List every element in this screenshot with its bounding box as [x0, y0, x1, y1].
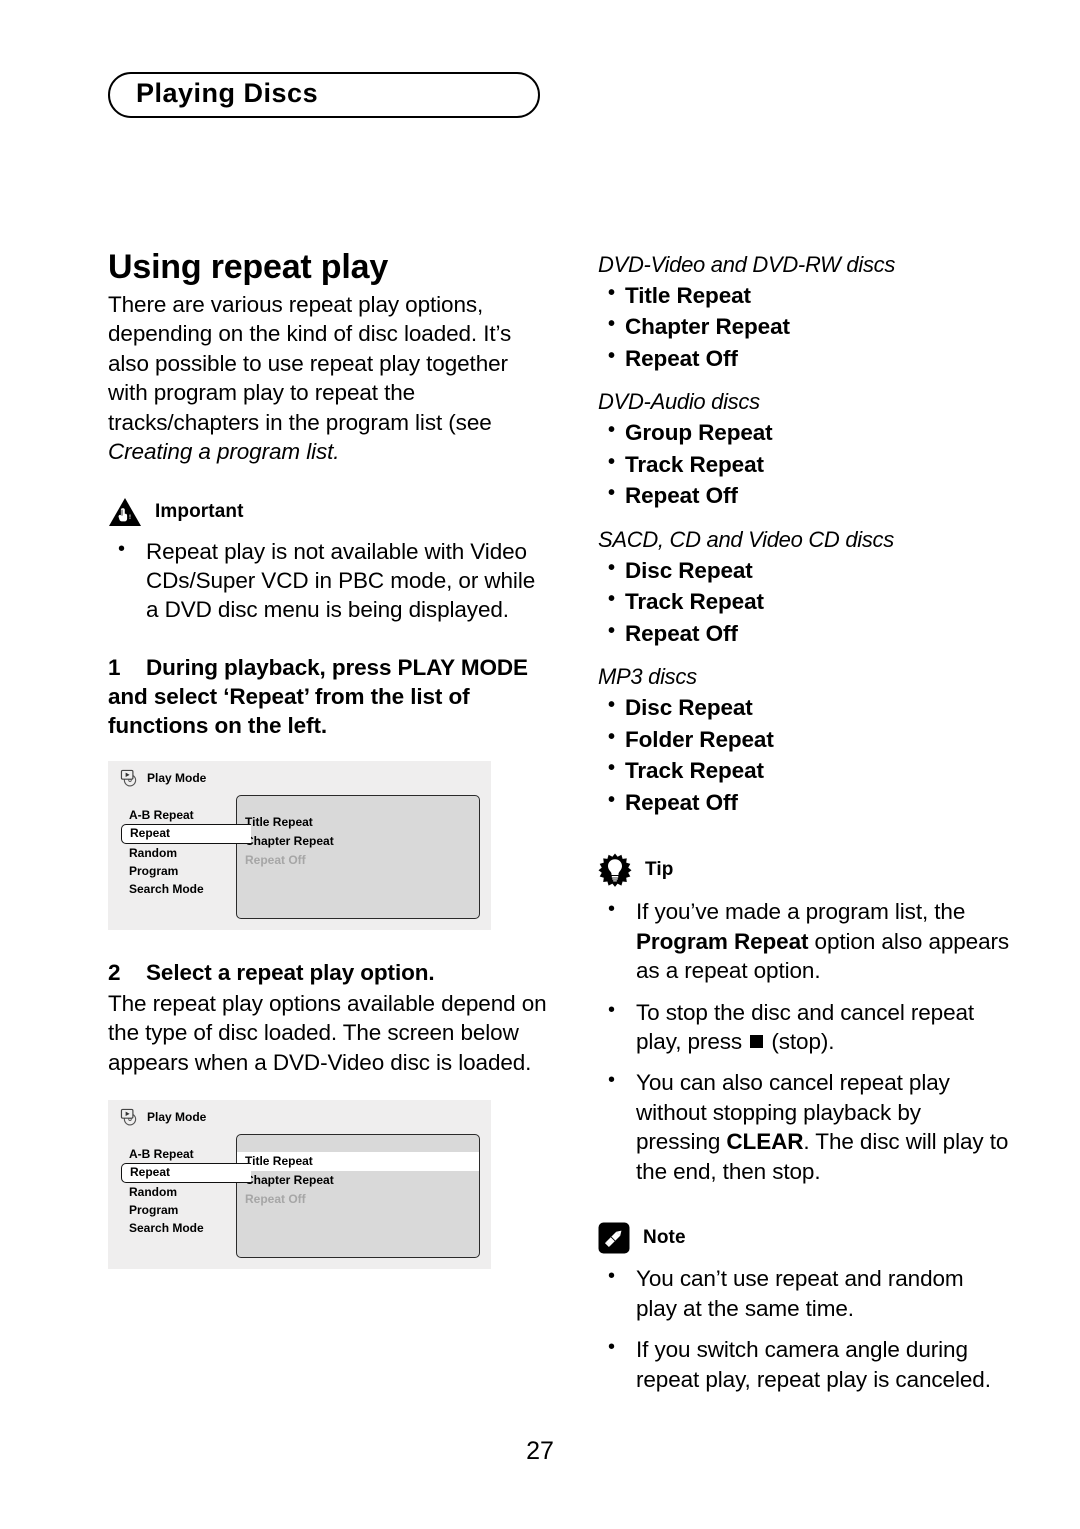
osd-1-menu-item-search-mode[interactable]: Search Mode: [121, 880, 237, 898]
osd-2-title: Play Mode: [147, 1109, 207, 1124]
note-callout-label: Note: [643, 1227, 686, 1249]
list-item: If you’ve made a program list, the Progr…: [598, 896, 1010, 985]
osd-2-menu-item-ab-repeat[interactable]: A-B Repeat: [121, 1145, 237, 1163]
step-2-number: 2: [108, 959, 121, 985]
disc-type-group-mp3: MP3 discs Disc Repeat Folder Repeat Trac…: [598, 664, 1010, 817]
list-item: To stop the disc and cancel repeat play,…: [598, 997, 1010, 1057]
osd-1-option-title-repeat[interactable]: Title Repeat: [237, 813, 479, 832]
play-mode-disc-icon: [120, 1108, 137, 1126]
tip-callout-label: Tip: [645, 859, 674, 881]
tip-bullet-list: If you’ve made a program list, the Progr…: [598, 896, 1010, 1186]
important-callout-label: Important: [155, 500, 244, 522]
osd-2-options-panel: Title Repeat Chapter Repeat Repeat Off: [236, 1133, 480, 1258]
left-column: Using repeat play There are various repe…: [108, 248, 548, 1269]
disc-type-group-dvd-video: DVD-Video and DVD-RW discs Title Repeat …: [598, 252, 1010, 373]
important-callout-header: ! Important: [108, 497, 548, 527]
list-item: Repeat Off: [598, 787, 1010, 817]
list-item: Repeat Off: [598, 618, 1010, 648]
page-header-banner: Playing Discs: [108, 72, 540, 118]
group-item-list: Group Repeat Track Repeat Repeat Off: [598, 417, 1010, 510]
osd-screen-1: Play Mode A-B Repeat Repeat Random Progr…: [108, 760, 491, 930]
group-item-list: Disc Repeat Track Repeat Repeat Off: [598, 555, 1010, 648]
stop-square-icon: [750, 1034, 764, 1048]
list-item: Group Repeat: [598, 417, 1010, 447]
intro-text-plain: There are various repeat play options, d…: [108, 291, 512, 435]
osd-1-option-repeat-off[interactable]: Repeat Off: [237, 851, 479, 870]
list-item: You can also cancel repeat play without …: [598, 1067, 1010, 1186]
group-heading: SACD, CD and Video CD discs: [598, 526, 894, 552]
list-item: Repeat play is not available with Video …: [108, 535, 548, 625]
list-item: Title Repeat: [598, 280, 1010, 310]
tip-callout-header: Tip: [598, 853, 1010, 887]
tip-b1-bold: Program Repeat: [636, 928, 809, 954]
step-1-text: During playback, press PLAY MODE and sel…: [108, 654, 528, 739]
step-1-number: 1: [108, 654, 121, 680]
disc-type-group-sacd-cd-videocd: SACD, CD and Video CD discs Disc Repeat …: [598, 527, 1010, 648]
disc-type-group-dvd-audio: DVD-Audio discs Group Repeat Track Repea…: [598, 389, 1010, 510]
list-item: Disc Repeat: [598, 692, 1010, 722]
group-heading: DVD-Audio discs: [598, 389, 760, 415]
intro-paragraph: There are various repeat play options, d…: [108, 290, 548, 467]
group-item-list: Disc Repeat Folder Repeat Track Repeat R…: [598, 692, 1010, 817]
osd-1-title: Play Mode: [147, 770, 207, 785]
step-2: 2 Select a repeat play option.: [108, 958, 548, 987]
step-1: 1 During playback, press PLAY MODE and se…: [108, 653, 548, 741]
note-callout-header: Note: [598, 1222, 1010, 1254]
osd-2-menu: A-B Repeat Repeat Random Program Search …: [121, 1145, 251, 1237]
list-item: Chapter Repeat: [598, 311, 1010, 341]
right-column: DVD-Video and DVD-RW discs Title Repeat …: [598, 250, 1010, 1394]
svg-text:!: !: [129, 515, 131, 521]
osd-2-menu-item-repeat[interactable]: Repeat: [121, 1162, 251, 1183]
osd-2-menu-item-program[interactable]: Program: [121, 1201, 237, 1219]
step-2-text: Select a repeat play option.: [146, 959, 435, 985]
group-item-list: Title Repeat Chapter Repeat Repeat Off: [598, 280, 1010, 373]
osd-2-menu-item-random[interactable]: Random: [121, 1183, 237, 1201]
tip-callout: Tip If you’ve made a program list, the P…: [598, 853, 1010, 1186]
osd-1-menu-item-ab-repeat[interactable]: A-B Repeat: [121, 806, 237, 824]
osd-2-menu-item-search-mode[interactable]: Search Mode: [121, 1219, 237, 1237]
group-heading: DVD-Video and DVD-RW discs: [598, 252, 896, 277]
pencil-note-icon: [598, 1222, 630, 1254]
osd-2-option-title-repeat[interactable]: Title Repeat: [237, 1151, 479, 1171]
important-callout: ! Important Repeat play is not available…: [108, 497, 548, 625]
list-item: Track Repeat: [598, 755, 1010, 785]
page-title: Playing Discs: [136, 78, 319, 108]
list-item: Disc Repeat: [598, 555, 1010, 585]
osd-2-option-repeat-off[interactable]: Repeat Off: [237, 1190, 479, 1209]
tip-b1-pre: If you’ve made a program list, the: [636, 899, 966, 925]
osd-1-menu: A-B Repeat Repeat Random Program Search …: [121, 806, 251, 898]
tip-b2-post: (stop).: [765, 1028, 835, 1054]
note-callout: Note You can’t use repeat and random pla…: [598, 1222, 1010, 1394]
important-bullet-list: Repeat play is not available with Video …: [108, 535, 548, 625]
osd-1-menu-item-random[interactable]: Random: [121, 844, 237, 862]
tip-b3-bold: CLEAR: [726, 1129, 804, 1155]
play-mode-disc-icon: [120, 769, 137, 787]
list-item: If you switch camera angle during repeat…: [598, 1334, 1010, 1394]
list-item: Track Repeat: [598, 449, 1010, 479]
list-item: Folder Repeat: [598, 724, 1010, 754]
note-bullet-list: You can’t use repeat and random play at …: [598, 1263, 1010, 1394]
step-2-body: The repeat play options available depend…: [108, 990, 547, 1075]
osd-1-menu-item-program[interactable]: Program: [121, 862, 237, 880]
page-number: 27: [526, 1437, 554, 1465]
intro-text-italic-reference: Creating a program list.: [108, 439, 340, 465]
lightbulb-starburst-icon: [598, 853, 632, 887]
section-title: Using repeat play: [108, 248, 389, 286]
group-heading: MP3 discs: [598, 664, 697, 690]
list-item: Track Repeat: [598, 586, 1010, 616]
osd-1-option-chapter-repeat[interactable]: Chapter Repeat: [237, 832, 479, 851]
list-item: Repeat Off: [598, 480, 1010, 510]
osd-1-options-panel: Title Repeat Chapter Repeat Repeat Off: [236, 794, 480, 919]
warning-triangle-hand-icon: !: [109, 497, 141, 526]
osd-2-option-chapter-repeat[interactable]: Chapter Repeat: [237, 1171, 479, 1190]
osd-2-title-row: Play Mode: [120, 1108, 206, 1126]
osd-screen-2: Play Mode A-B Repeat Repeat Random Progr…: [108, 1099, 491, 1269]
list-item: Repeat Off: [598, 343, 1010, 373]
list-item: You can’t use repeat and random play at …: [598, 1263, 1010, 1323]
osd-1-title-row: Play Mode: [120, 769, 206, 787]
osd-1-menu-item-repeat[interactable]: Repeat: [121, 823, 251, 844]
